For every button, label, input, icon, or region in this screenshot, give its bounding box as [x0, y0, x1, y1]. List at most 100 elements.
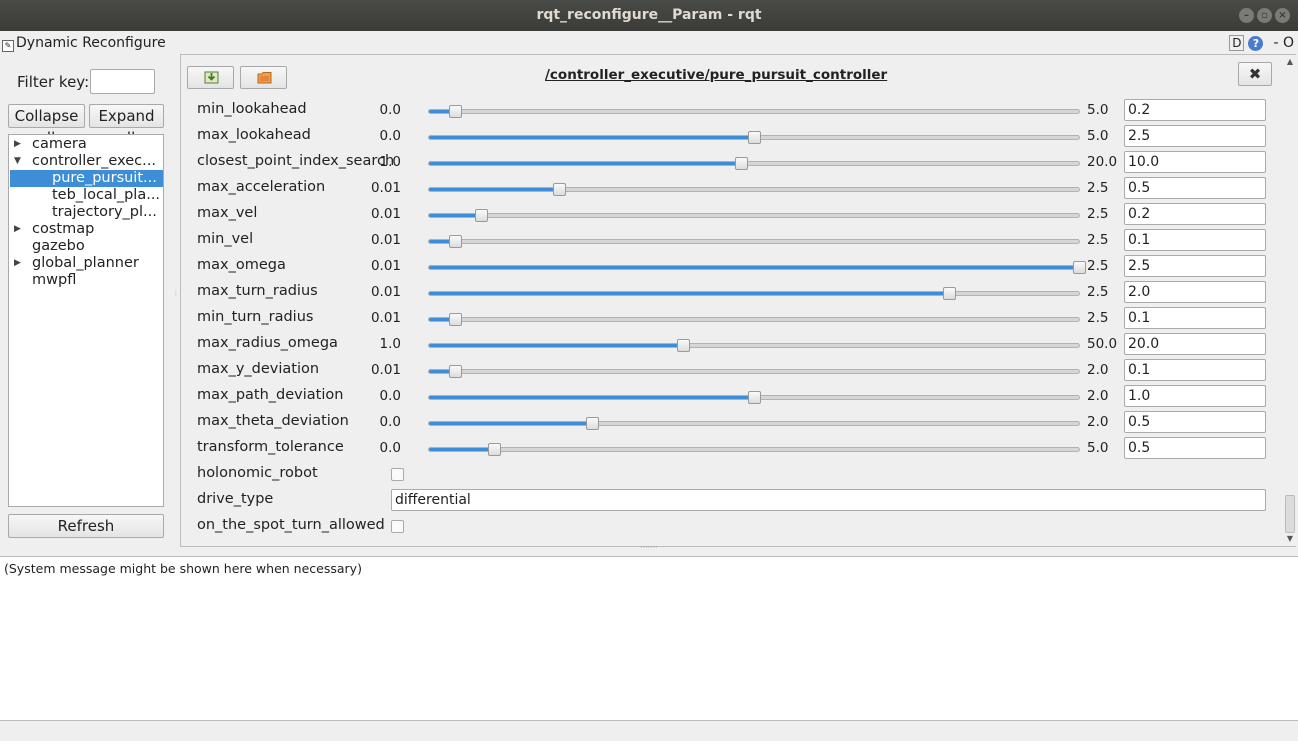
param-min: 1.0	[379, 336, 401, 352]
param-slider[interactable]	[428, 157, 1080, 170]
expand-right-icon[interactable]: ▶	[14, 258, 21, 268]
vertical-splitter-handle[interactable]: ·······	[640, 544, 660, 552]
param-slider[interactable]	[428, 443, 1080, 456]
tree-item[interactable]: teb_local_pla...	[52, 187, 160, 204]
param-value-input[interactable]: 10.0	[1124, 151, 1266, 173]
system-message: (System message might be shown here when…	[4, 561, 362, 576]
param-name: max_vel	[197, 205, 258, 221]
param-max: 2.5	[1087, 232, 1109, 248]
tree-item[interactable]: gazebo	[32, 238, 85, 255]
tree-item[interactable]: controller_exec...	[32, 153, 156, 170]
minimize-icon[interactable]: –	[1239, 8, 1254, 23]
filter-key-input[interactable]	[90, 69, 155, 94]
param-slider[interactable]	[428, 287, 1080, 300]
param-max: 2.5	[1087, 180, 1109, 196]
param-value-input[interactable]: 2.0	[1124, 281, 1266, 303]
plugin-extra-controls[interactable]: - O	[1273, 35, 1294, 51]
save-button[interactable]	[187, 66, 234, 89]
param-panel: /controller_executive/pure_pursuit_contr…	[180, 54, 1296, 547]
param-slider[interactable]	[428, 131, 1080, 144]
scrollbar-thumb[interactable]	[1285, 495, 1295, 533]
param-slider[interactable]	[428, 235, 1080, 248]
param-slider[interactable]	[428, 261, 1086, 274]
param-value-input[interactable]: 2.5	[1124, 125, 1266, 147]
scroll-down-icon[interactable]: ▼	[1285, 534, 1295, 543]
param-max: 2.5	[1087, 310, 1109, 326]
slider-handle[interactable]	[553, 183, 566, 196]
slider-handle[interactable]	[449, 313, 462, 326]
param-slider[interactable]	[428, 209, 1080, 222]
slider-handle[interactable]	[585, 417, 599, 430]
param-name: transform_tolerance	[197, 439, 344, 455]
param-value-input[interactable]: 20.0	[1124, 333, 1266, 355]
slider-fill	[429, 422, 592, 425]
drive-type-input[interactable]: differential	[391, 489, 1266, 511]
param-row: on_the_spot_turn_allowed	[181, 514, 1281, 540]
param-row: min_vel 0.01 2.5 0.1	[181, 228, 1281, 254]
param-row: closest_point_index_search 1.0 20.0 10.0	[181, 150, 1281, 176]
param-slider[interactable]	[428, 105, 1080, 118]
slider-handle[interactable]	[943, 287, 956, 300]
param-value-input[interactable]: 0.5	[1124, 437, 1266, 459]
param-slider[interactable]	[428, 183, 1080, 196]
param-min: 0.0	[379, 414, 401, 430]
slider-handle[interactable]	[449, 105, 462, 118]
tree-item[interactable]: trajectory_pl...	[52, 204, 157, 221]
param-name: max_path_deviation	[197, 387, 344, 403]
param-slider[interactable]	[428, 313, 1080, 326]
param-value-input[interactable]: 0.5	[1124, 177, 1266, 199]
param-max: 5.0	[1087, 128, 1109, 144]
close-node-button[interactable]: ✖	[1238, 62, 1272, 86]
param-value-input[interactable]: 0.2	[1124, 99, 1266, 121]
tree-item[interactable]: camera	[32, 136, 87, 153]
param-slider[interactable]	[428, 365, 1080, 378]
param-checkbox[interactable]	[391, 468, 404, 481]
tree-item[interactable]: pure_pursuit...	[52, 170, 157, 187]
param-value-input[interactable]: 0.1	[1124, 229, 1266, 251]
folder-icon	[257, 72, 272, 84]
dock-button[interactable]: D	[1229, 35, 1245, 51]
expand-right-icon[interactable]: ▶	[14, 139, 21, 149]
close-window-icon[interactable]: ×	[1275, 8, 1290, 23]
param-slider[interactable]	[428, 391, 1080, 404]
param-min: 0.01	[370, 284, 401, 300]
param-value-input[interactable]: 0.2	[1124, 203, 1266, 225]
tree-item[interactable]: costmap	[32, 221, 94, 238]
param-value-input[interactable]: 0.1	[1124, 359, 1266, 381]
slider-handle[interactable]	[488, 443, 501, 456]
node-tree[interactable]: ▶ camera ▼ controller_exec... pure_pursuit..…	[8, 134, 164, 507]
param-checkbox[interactable]	[391, 520, 404, 533]
param-value-input[interactable]: 1.0	[1124, 385, 1266, 407]
param-row: max_acceleration 0.01 2.5 0.5	[181, 176, 1281, 202]
slider-handle[interactable]	[748, 131, 761, 144]
param-slider[interactable]	[428, 339, 1080, 352]
expand-down-icon[interactable]: ▼	[14, 156, 21, 166]
vertical-scrollbar[interactable]: ▲ ▼	[1284, 55, 1296, 546]
slider-handle[interactable]	[735, 157, 748, 170]
refresh-button[interactable]: Refresh	[8, 514, 164, 538]
param-min: 0.01	[370, 362, 401, 378]
help-icon[interactable]: ?	[1248, 35, 1264, 51]
side-splitter-handle[interactable]: ⋮	[173, 290, 179, 310]
collapse-all-button[interactable]: Collapse all	[8, 104, 85, 147]
param-value-input[interactable]: 0.5	[1124, 411, 1266, 433]
tree-item[interactable]: global_planner	[32, 255, 139, 272]
param-max: 2.5	[1087, 258, 1109, 274]
param-value-input[interactable]: 0.1	[1124, 307, 1266, 329]
slider-handle[interactable]	[449, 235, 462, 248]
param-slider[interactable]	[428, 417, 1080, 430]
slider-handle[interactable]	[676, 339, 690, 352]
slider-handle[interactable]	[475, 209, 488, 222]
maximize-icon[interactable]: ▫	[1257, 8, 1272, 23]
slider-handle[interactable]	[449, 365, 462, 378]
param-min: 0.0	[379, 102, 401, 118]
load-button[interactable]	[240, 66, 287, 89]
tree-item[interactable]: mwpfl	[32, 272, 76, 289]
expand-right-icon[interactable]: ▶	[14, 224, 21, 234]
scroll-up-icon[interactable]: ▲	[1285, 57, 1295, 66]
param-value-input[interactable]: 2.5	[1124, 255, 1266, 277]
expand-all-button[interactable]: Expand all	[89, 104, 164, 147]
slider-handle[interactable]	[748, 391, 761, 404]
param-name: max_lookahead	[197, 127, 311, 143]
slider-handle[interactable]	[1073, 261, 1086, 274]
